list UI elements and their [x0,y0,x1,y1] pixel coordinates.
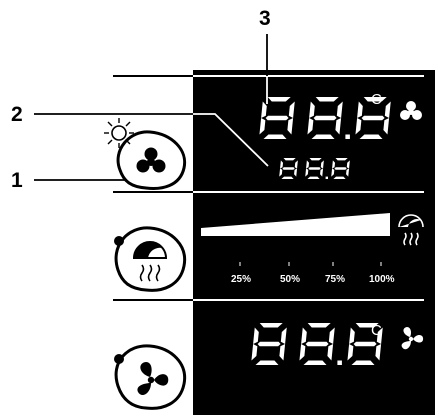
tick-label-50: 50% [280,274,300,285]
segment-g [334,167,347,170]
segment-g [265,115,289,121]
segment-g [257,341,281,347]
button-3-fan[interactable] [114,344,187,410]
decimal-point [325,176,328,179]
temp-main-unit: C [371,91,382,108]
segment-g [313,115,337,121]
tick-label-100: 100% [369,274,395,285]
decimal-point [345,134,350,139]
segment-g [308,167,321,170]
tick-label-75: 75% [325,274,345,285]
button-2-hood[interactable] [114,226,187,292]
segment-g [305,341,329,347]
decimal-point [337,360,342,365]
control-panel-diagram: 3 2 1 C C 25% 50% 75% 100% [0,0,435,415]
segment-g [353,341,377,347]
diagram-canvas: C C 25% 50% 75% 100% [34,34,435,415]
segment-g [361,115,385,121]
sun-indicator-icon [104,118,134,148]
button-1-snowflake[interactable] [116,130,187,190]
button-2-indicator-dot [114,236,124,246]
button-3-indicator-dot [114,354,124,364]
tick-label-25: 25% [231,274,251,285]
segment-g [282,167,295,170]
temp-bottom-unit: C [371,322,382,339]
